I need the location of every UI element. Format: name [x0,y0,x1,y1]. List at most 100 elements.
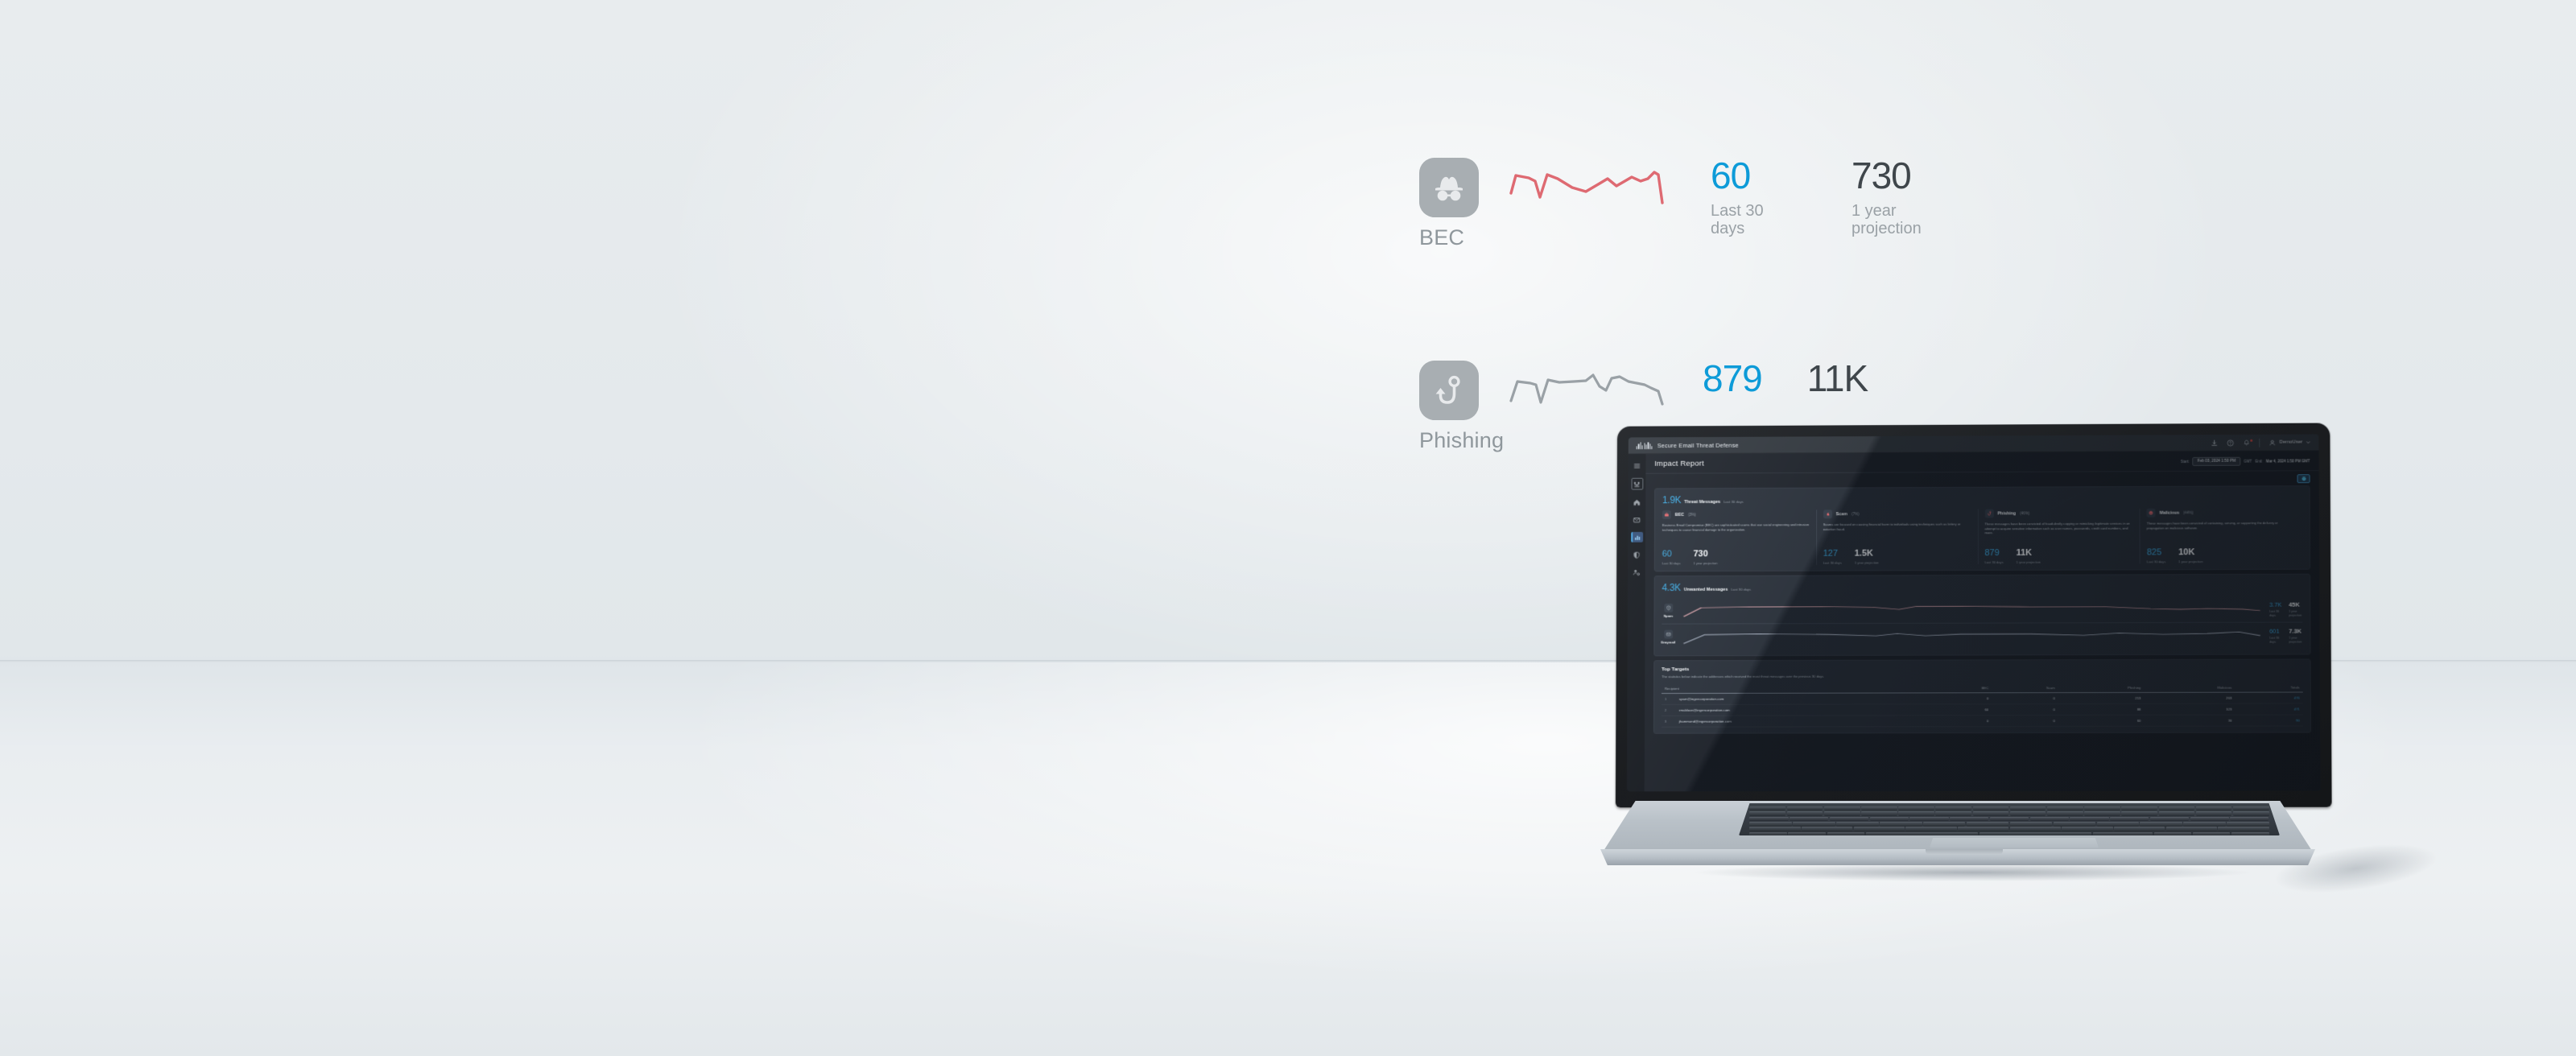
keyboard-key[interactable] [2195,806,2232,811]
keyboard-key[interactable] [2121,806,2157,811]
keyboard-key[interactable] [2009,806,2046,811]
keyboard-key[interactable] [1786,811,1823,816]
trackpad[interactable] [1930,838,2099,848]
sidebar-item-policy[interactable] [1632,550,1642,560]
column-header-recipient[interactable]: Recipient [1662,683,1933,693]
sidebar-item-connectors[interactable] [1631,477,1643,490]
keyboard-key[interactable] [2149,816,2190,822]
keyboard-key[interactable] [2110,816,2149,822]
keyboard-key[interactable] [2195,811,2232,816]
keyboard-key[interactable] [2158,806,2195,811]
keyboard-key[interactable] [1827,831,1865,835]
keyboard-key[interactable] [1972,811,2009,816]
keyboard-key[interactable] [1749,811,1786,816]
keyboard-key[interactable] [2190,816,2229,822]
sidebar-item-reports[interactable] [1630,531,1643,542]
keyboard-key[interactable] [2009,822,2053,827]
keyboard-key[interactable] [1869,816,1909,822]
keyboard-key[interactable] [1749,822,1792,827]
keyboard-key[interactable] [2046,811,2083,816]
start-date-input[interactable]: Feb 03, 2024 1:50 PM [2192,456,2241,466]
row-index: 3 [1664,719,1667,724]
keyboard-key[interactable] [1749,831,1787,835]
keyboard-key[interactable] [1749,816,1789,822]
keyboard-key[interactable] [2053,822,2096,827]
column-header-phishing[interactable]: Phishing [2058,683,2145,693]
keyboard-key[interactable] [2192,831,2231,835]
keyboard-key[interactable] [1935,806,1972,811]
keyboard-key[interactable] [1966,822,2009,827]
keyboard-key[interactable] [1749,806,1786,811]
sidebar-item-messages[interactable] [1632,514,1642,525]
keyboard-key[interactable] [2153,831,2192,835]
keyboard-key[interactable] [1861,811,1897,816]
keyboard-key[interactable] [2029,816,2069,822]
keyboard-key[interactable] [1958,827,2009,831]
keyboard-key[interactable] [1905,827,1957,831]
page-header: Impact Report Start: Feb 03, 2024 1:50 P… [1645,451,2318,471]
keyboard-key[interactable] [1790,816,1829,822]
category-header: Phishing (46%) [1984,509,2132,518]
keyboard-key[interactable] [2230,816,2269,822]
keyboard-key[interactable] [1788,831,1827,835]
keyboard-key[interactable] [2084,806,2120,811]
keyboard-key[interactable] [2158,811,2195,816]
keyboard-key[interactable] [1749,827,1801,831]
keyboard-key[interactable] [1829,816,1869,822]
column-header-bec[interactable]: BEC [1933,683,1992,693]
download-icon[interactable] [2211,439,2219,447]
row-identity: Graymail [1661,629,1675,644]
table-row[interactable]: 1 spam@ingencorporation.com 0 0 213 263 476 [1661,692,2303,705]
keyboard-key[interactable] [1823,811,1860,816]
sidebar-item-administration[interactable] [1631,567,1641,577]
column-header-malicious[interactable]: Malicious [2144,683,2235,693]
keyboard-key[interactable] [1880,822,1922,827]
keyboard-key[interactable] [2070,816,2109,822]
keyboard-key[interactable] [2096,822,2139,827]
keyboard-key[interactable] [1836,822,1879,827]
keyboard-key[interactable] [1823,806,1860,811]
keyboard-key[interactable] [2165,827,2217,831]
keyboard-key[interactable] [2092,831,2153,835]
keyboard-key[interactable] [2009,827,2061,831]
keyboard-key[interactable] [2009,811,2046,816]
keyboard-key[interactable] [2140,822,2182,827]
column-header-scam[interactable]: Scam [1992,683,2058,693]
keyboard-key[interactable] [1853,827,1905,831]
keyboard-key[interactable] [2046,806,2083,811]
keyboard-key[interactable] [1802,827,1853,831]
keyboard-key[interactable] [1861,806,1897,811]
keyboard-key[interactable] [2062,827,2113,831]
keyboard-key[interactable] [2227,822,2269,827]
keyboard-key[interactable] [2183,822,2226,827]
keyboard-key[interactable] [2084,811,2120,816]
keyboard-key[interactable] [2218,827,2269,831]
keyboard-key[interactable] [2121,811,2157,816]
keyboard-key[interactable] [1923,822,1966,827]
column-header-totals[interactable]: Totals [2235,683,2303,693]
sidebar-item-menu-hamburger[interactable] [1632,460,1642,471]
keyboard-key[interactable] [1909,816,1949,822]
keyboard[interactable] [1739,803,2280,835]
user-menu[interactable]: DemoUser [2269,439,2311,446]
notification-bell-icon[interactable] [2244,439,2253,446]
keyboard-key[interactable] [2232,811,2269,816]
keyboard-key[interactable] [2231,831,2269,835]
table-row[interactable]: 3 jhammond@ingencorporation.com 0 0 60 30 90 [1661,715,2303,728]
keyboard-key[interactable] [2114,827,2165,831]
keyboard-key[interactable] [1898,811,1934,816]
keyboard-key[interactable] [1935,811,1972,816]
keyboard-key[interactable] [1898,806,1934,811]
keyboard-key[interactable] [1989,816,2029,822]
help-icon[interactable] [2227,439,2235,446]
keyboard-key[interactable] [1979,831,2092,835]
sidebar-item-home[interactable] [1632,497,1642,507]
print-button[interactable] [2297,474,2310,484]
table-row[interactable]: 2 rmuldoon@ingencorporation.com 60 0 88 323 47… [1661,703,2303,716]
keyboard-key[interactable] [1972,806,2009,811]
keyboard-key[interactable] [1865,831,1979,835]
keyboard-key[interactable] [1950,816,1989,822]
keyboard-key[interactable] [1793,822,1835,827]
keyboard-key[interactable] [1786,806,1823,811]
keyboard-key[interactable] [2232,806,2269,811]
